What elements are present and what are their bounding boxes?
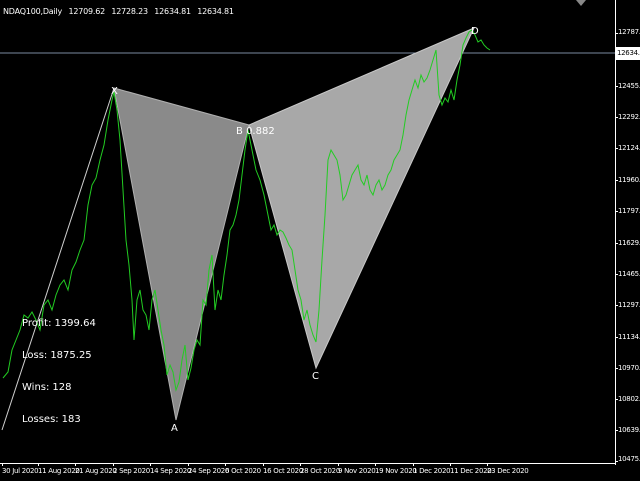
price-axis[interactable]: 12787.5 12455.8 12292.5 12124.2 11960.8 … (615, 0, 640, 465)
time-tick: 14 Sep 2020 (150, 467, 192, 475)
chart-shift-marker-icon[interactable] (576, 0, 586, 6)
low-value: 12634.81 (154, 7, 191, 16)
price-tick: 10475.8 (618, 455, 640, 463)
time-tick: 23 Dec 2020 (487, 467, 529, 475)
time-tick-mark (263, 463, 264, 466)
time-tick: 30 Jul 2020 (2, 467, 39, 475)
time-tick-mark (113, 463, 114, 466)
wins-value: 128 (52, 382, 72, 393)
profit-label: Profit: (22, 318, 52, 329)
time-tick-mark (450, 463, 451, 466)
loss-value: 1875.25 (50, 350, 92, 361)
time-tick: 11 Dec 2020 (450, 467, 492, 475)
price-tick: 10970.8 (618, 364, 640, 372)
time-tick: 19 Nov 2020 (375, 467, 417, 475)
price-tick: 12455.8 (618, 82, 640, 90)
time-tick-mark (225, 463, 226, 466)
point-b-ratio: 0.882 (246, 126, 275, 137)
time-tick-mark (2, 463, 3, 466)
point-a-label: A (171, 423, 178, 434)
time-tick-mark (487, 463, 488, 466)
time-tick-mark (150, 463, 151, 466)
time-tick-mark (38, 463, 39, 466)
time-tick: 16 Oct 2020 (263, 467, 303, 475)
high-value: 12728.23 (111, 7, 148, 16)
price-tick: 11465.8 (618, 270, 640, 278)
time-tick-mark (413, 463, 414, 466)
chart-window[interactable]: NDAQ100,Daily 12709.62 12728.23 12634.81… (0, 0, 640, 480)
time-tick: 2 Sep 2020 (113, 467, 150, 475)
point-b-letter: B (236, 126, 243, 137)
time-tick-mark (375, 463, 376, 466)
current-price-label: 12634.8 (615, 47, 640, 60)
wins-label: Wins: (22, 382, 50, 393)
time-tick: 24 Sep 2020 (188, 467, 230, 475)
price-tick: 11297.5 (618, 301, 640, 309)
loss-row: Loss: 1875.25 (22, 350, 99, 382)
time-tick: 9 Nov 2020 (338, 467, 376, 475)
point-x-label: X (111, 86, 118, 97)
time-tick-mark (188, 463, 189, 466)
pattern-triangle-xab[interactable] (113, 87, 250, 421)
close-value: 12634.81 (197, 7, 234, 16)
losses-label: Losses: (22, 414, 59, 425)
price-tick: 12124.2 (618, 144, 640, 152)
pattern-triangle-bcd[interactable] (248, 27, 476, 370)
symbol-header: NDAQ100,Daily 12709.62 12728.23 12634.81… (3, 7, 238, 16)
point-c-label: C (312, 371, 319, 382)
price-tick: 10802.5 (618, 395, 640, 403)
price-tick: 11797.5 (618, 207, 640, 215)
losses-row: Losses: 183 (22, 414, 99, 446)
time-tick-mark (300, 463, 301, 466)
time-axis[interactable]: 30 Jul 2020 11 Aug 2020 21 Aug 2020 2 Se… (0, 463, 615, 481)
time-tick: 6 Oct 2020 (225, 467, 261, 475)
time-tick-mark (75, 463, 76, 466)
point-b-label: B 0.882 (236, 126, 275, 137)
time-tick: 11 Aug 2020 (38, 467, 80, 475)
point-d-label: D (471, 26, 479, 37)
time-tick: 1 Dec 2020 (413, 467, 451, 475)
loss-label: Loss: (22, 350, 48, 361)
profit-value: 1399.64 (54, 318, 96, 329)
profit-row: Profit: 1399.64 (22, 318, 99, 350)
losses-value: 183 (61, 414, 81, 425)
price-tick: 11629.2 (618, 239, 640, 247)
time-tick-mark (338, 463, 339, 466)
price-tick: 10639.2 (618, 426, 640, 434)
price-tick: 11960.8 (618, 176, 640, 184)
time-tick: 21 Aug 2020 (75, 467, 117, 475)
stats-panel: Profit: 1399.64 Loss: 1875.25 Wins: 128 Los… (22, 318, 99, 446)
price-tick: 12787.5 (618, 28, 640, 36)
price-tick: 11134.2 (618, 333, 640, 341)
wins-row: Wins: 128 (22, 382, 99, 414)
price-tick: 12292.5 (618, 113, 640, 121)
time-tick: 28 Oct 2020 (300, 467, 340, 475)
open-value: 12709.62 (68, 7, 106, 16)
symbol-name: NDAQ100,Daily (3, 7, 63, 16)
